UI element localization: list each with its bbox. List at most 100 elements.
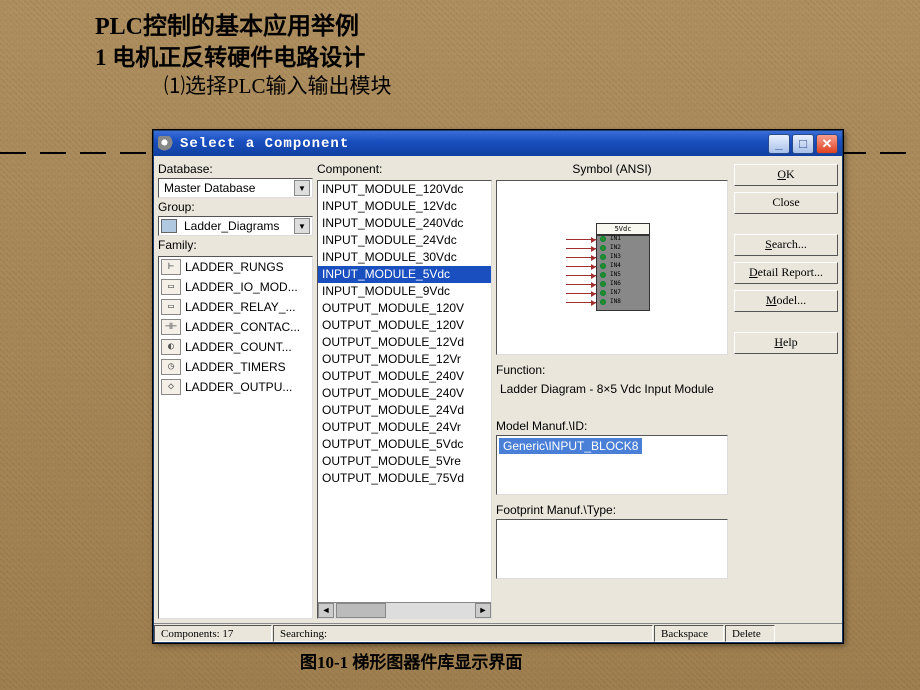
component-item[interactable]: INPUT_MODULE_120Vdc bbox=[318, 181, 491, 198]
component-list[interactable]: INPUT_MODULE_120VdcINPUT_MODULE_12VdcINP… bbox=[317, 180, 492, 619]
database-dropdown[interactable]: Master Database ▼ bbox=[158, 178, 313, 198]
scroll-track[interactable] bbox=[386, 603, 475, 618]
component-item[interactable]: OUTPUT_MODULE_120V bbox=[318, 300, 491, 317]
maximize-button[interactable]: □ bbox=[792, 134, 814, 154]
family-icon: ◐ bbox=[161, 339, 181, 355]
symbol-pin-label: IN5 bbox=[610, 272, 621, 278]
symbol-header: 5Vdc bbox=[596, 223, 650, 235]
detail-report-button[interactable]: Detail Report... bbox=[734, 262, 838, 284]
horizontal-scrollbar[interactable]: ◄ ► bbox=[318, 602, 491, 618]
component-item[interactable]: INPUT_MODULE_5Vdc bbox=[318, 266, 491, 283]
scroll-left-button[interactable]: ◄ bbox=[318, 603, 334, 618]
component-item[interactable]: OUTPUT_MODULE_120V bbox=[318, 317, 491, 334]
family-item[interactable]: ◇ LADDER_OUTPU... bbox=[159, 377, 312, 397]
close-button[interactable]: ✕ bbox=[816, 134, 838, 154]
model-value[interactable]: Generic\INPUT_BLOCK8 bbox=[499, 438, 642, 454]
function-text: Ladder Diagram - 8×5 Vdc Input Module bbox=[496, 379, 728, 411]
scroll-right-button[interactable]: ► bbox=[475, 603, 491, 618]
family-label: LADDER_OUTPU... bbox=[185, 380, 292, 394]
scroll-thumb[interactable] bbox=[336, 603, 386, 618]
component-item[interactable]: INPUT_MODULE_9Vdc bbox=[318, 283, 491, 300]
family-item[interactable]: ⊣⊢ LADDER_CONTAC... bbox=[159, 317, 312, 337]
symbol-pin-label: IN8 bbox=[610, 299, 621, 305]
family-item[interactable]: ▭LADDER_IO_MOD... bbox=[159, 277, 312, 297]
titlebar[interactable]: Select a Component _ □ ✕ bbox=[154, 131, 842, 156]
database-label: Database: bbox=[158, 162, 313, 176]
symbol-pin-dot bbox=[600, 263, 606, 269]
group-dropdown[interactable]: Ladder_Diagrams ▼ bbox=[158, 216, 313, 236]
component-item[interactable]: OUTPUT_MODULE_24Vd bbox=[318, 402, 491, 419]
symbol-pin-line bbox=[566, 248, 596, 249]
page-heading-2: 1 电机正反转硬件电路设计 bbox=[95, 38, 365, 72]
symbol-pin-label: IN7 bbox=[610, 290, 621, 296]
minimize-button[interactable]: _ bbox=[768, 134, 790, 154]
component-item[interactable]: INPUT_MODULE_24Vdc bbox=[318, 232, 491, 249]
symbol-pin-label: IN3 bbox=[610, 254, 621, 260]
family-icon: ◇ bbox=[161, 379, 181, 395]
family-item[interactable]: ⊢LADDER_RUNGS bbox=[159, 257, 312, 277]
family-label: LADDER_RELAY_... bbox=[185, 300, 296, 314]
family-label: LADDER_CONTAC... bbox=[185, 320, 300, 334]
model-label: Model Manuf.\ID: bbox=[496, 419, 728, 433]
status-delete: Delete bbox=[725, 625, 775, 642]
family-label: Family: bbox=[158, 238, 313, 252]
model-list[interactable]: Generic\INPUT_BLOCK8 bbox=[496, 435, 728, 495]
symbol-pin-dot bbox=[600, 272, 606, 278]
component-item[interactable]: OUTPUT_MODULE_12Vd bbox=[318, 334, 491, 351]
footprint-list[interactable] bbox=[496, 519, 728, 579]
chevron-down-icon[interactable]: ▼ bbox=[294, 218, 310, 234]
family-item[interactable]: ▭LADDER_RELAY_... bbox=[159, 297, 312, 317]
component-item[interactable]: OUTPUT_MODULE_75Vd bbox=[318, 470, 491, 487]
database-value: Master Database bbox=[161, 181, 294, 195]
symbol-pin-dot bbox=[600, 236, 606, 242]
chevron-down-icon[interactable]: ▼ bbox=[294, 180, 310, 196]
symbol-pin-label: IN4 bbox=[610, 263, 621, 269]
symbol-pin-line bbox=[566, 266, 596, 267]
family-label: LADDER_TIMERS bbox=[185, 360, 286, 374]
help-button[interactable]: Help bbox=[734, 332, 838, 354]
symbol-pin-dot bbox=[600, 254, 606, 260]
symbol-pin-line bbox=[566, 239, 596, 240]
component-item[interactable]: OUTPUT_MODULE_240V bbox=[318, 385, 491, 402]
symbol-pin-label: IN1 bbox=[610, 236, 621, 242]
symbol-pin-line bbox=[566, 302, 596, 303]
component-item[interactable]: INPUT_MODULE_12Vdc bbox=[318, 198, 491, 215]
symbol-pin-line bbox=[566, 257, 596, 258]
footprint-label: Footprint Manuf.\Type: bbox=[496, 503, 728, 517]
component-item[interactable]: OUTPUT_MODULE_24Vr bbox=[318, 419, 491, 436]
app-icon bbox=[158, 136, 174, 152]
component-item[interactable]: OUTPUT_MODULE_5Vre bbox=[318, 453, 491, 470]
page-heading-1: PLC控制的基本应用举例 bbox=[95, 6, 359, 41]
family-icon: ⊣⊢ bbox=[161, 319, 181, 335]
model-button[interactable]: Model... bbox=[734, 290, 838, 312]
component-item[interactable]: OUTPUT_MODULE_12Vr bbox=[318, 351, 491, 368]
ok-button[interactable]: OK bbox=[734, 164, 838, 186]
family-icon: ▭ bbox=[161, 279, 181, 295]
page-heading-3: ⑴选择PLC输入输出模块 bbox=[164, 70, 392, 100]
ladder-icon bbox=[161, 219, 177, 233]
family-list[interactable]: ⊢LADDER_RUNGS▭LADDER_IO_MOD...▭LADDER_RE… bbox=[158, 256, 313, 619]
family-item[interactable]: ◐ LADDER_COUNT... bbox=[159, 337, 312, 357]
search-button[interactable]: Search... bbox=[734, 234, 838, 256]
symbol-pin-line bbox=[566, 293, 596, 294]
status-searching: Searching: bbox=[273, 625, 653, 642]
family-icon: ⊢ bbox=[161, 259, 181, 275]
component-item[interactable]: INPUT_MODULE_240Vdc bbox=[318, 215, 491, 232]
symbol-pin-label: IN6 bbox=[610, 281, 621, 287]
component-item[interactable]: OUTPUT_MODULE_5Vdc bbox=[318, 436, 491, 453]
component-item[interactable]: OUTPUT_MODULE_240V bbox=[318, 368, 491, 385]
family-item[interactable]: ◷LADDER_TIMERS bbox=[159, 357, 312, 377]
component-item[interactable]: INPUT_MODULE_30Vdc bbox=[318, 249, 491, 266]
status-bar: Components: 17 Searching: Backspace Dele… bbox=[154, 623, 842, 642]
dialog-window: Select a Component _ □ ✕ Database: Maste… bbox=[153, 130, 843, 643]
figure-caption: 图10-1 梯形图器件库显示界面 bbox=[300, 648, 522, 673]
status-backspace: Backspace bbox=[654, 625, 724, 642]
window-title: Select a Component bbox=[180, 137, 768, 151]
symbol-preview: 5Vdc IN1IN2IN3IN4IN5IN6IN7IN8 bbox=[496, 180, 728, 355]
close-dialog-button[interactable]: Close bbox=[734, 192, 838, 214]
symbol-pin-dot bbox=[600, 281, 606, 287]
symbol-label: Symbol (ANSI) bbox=[496, 162, 728, 176]
component-label: Component: bbox=[317, 162, 492, 176]
family-label: LADDER_COUNT... bbox=[185, 340, 292, 354]
status-components: Components: 17 bbox=[154, 625, 272, 642]
